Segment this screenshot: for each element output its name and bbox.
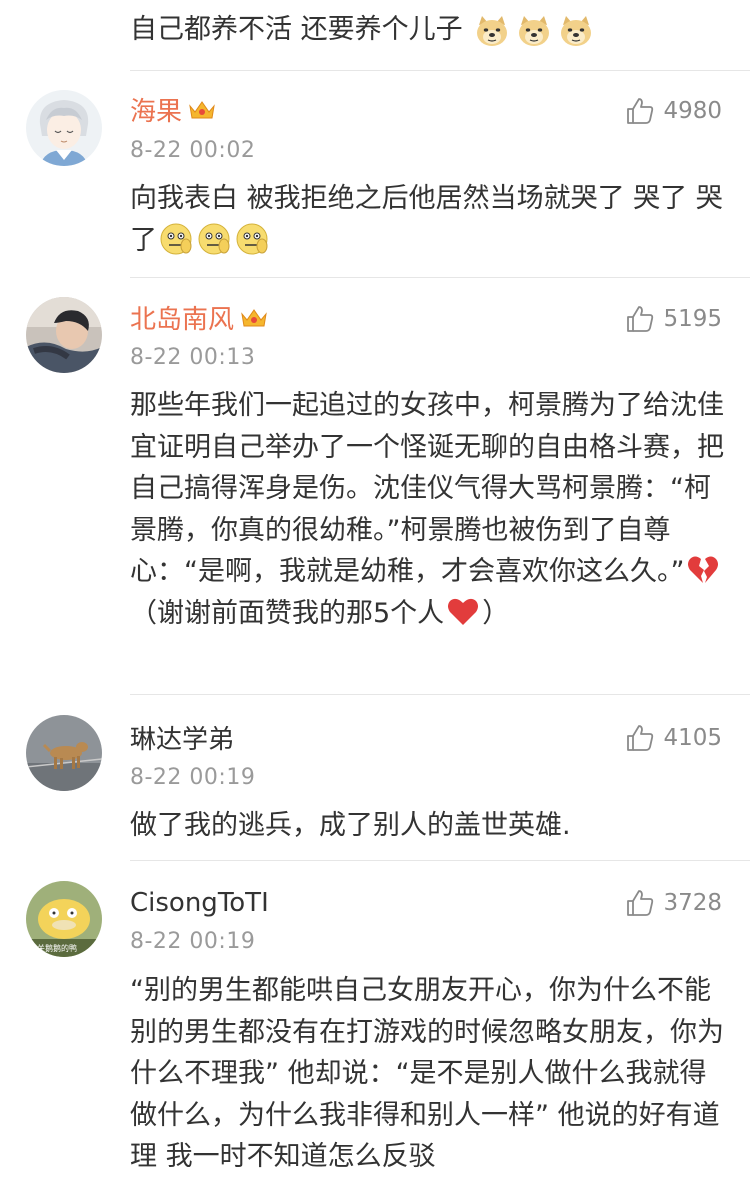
- awkward-emoji-icon: [235, 222, 269, 256]
- comment-text: 做了我的逃兵，成了别人的盖世英雄.: [130, 810, 571, 841]
- timestamp: 8-22 00:13: [130, 345, 256, 370]
- red-heart-icon: [446, 595, 480, 629]
- comment-item: 海果 8-22 00:02 4980 向我表白 被我拒绝之后他居然当场就哭了 哭…: [0, 72, 750, 277]
- username-text: 北岛南风: [130, 305, 235, 335]
- comment-body: 做了我的逃兵，成了别人的盖世英雄.: [130, 805, 725, 847]
- timestamp: 8-22 00:19: [130, 765, 256, 790]
- doge-emoji-icon: [559, 15, 593, 47]
- anime-character-avatar-image: [26, 90, 102, 166]
- broken-heart-icon: [686, 553, 720, 587]
- thumbs-up-icon: [625, 96, 655, 126]
- vip-crown-icon: [240, 306, 268, 330]
- thumbs-up-icon: [625, 304, 655, 334]
- like-button[interactable]: 4980: [625, 96, 722, 126]
- timestamp: 8-22 00:19: [130, 929, 256, 954]
- divider: [130, 70, 750, 71]
- username[interactable]: 海果: [130, 94, 216, 130]
- like-count: 3728: [663, 890, 722, 916]
- like-button[interactable]: 5195: [625, 304, 722, 334]
- avatar[interactable]: [26, 297, 102, 373]
- comment-body: “别的男生都能哄自己女朋友开心，你为什么不能 别的男生都没有在打游戏的时候忽略女…: [130, 970, 725, 1178]
- comment-item: 琳达学弟 8-22 00:19 4105 做了我的逃兵，成了别人的盖世英雄.: [0, 695, 750, 860]
- awkward-emoji-icon: [197, 222, 231, 256]
- doge-emoji-icon: [517, 15, 551, 47]
- comment-text-thanks: （谢谢前面赞我的那5个人: [130, 597, 445, 629]
- like-count: 5195: [663, 306, 722, 332]
- comment-text: 那些年我们一起追过的女孩中，柯景腾为了给沈佳宜证明自己举办了一个怪诞无聊的自由格…: [130, 390, 724, 587]
- dog-photo-avatar-image: [26, 715, 102, 791]
- username-text: 琳达学弟: [130, 725, 235, 755]
- avatar[interactable]: [26, 90, 102, 166]
- thumbs-up-icon: [625, 723, 655, 753]
- awkward-emoji-icon: [159, 222, 193, 256]
- username-text: 海果: [130, 97, 183, 127]
- like-button[interactable]: 3728: [625, 888, 722, 918]
- username[interactable]: 琳达学弟: [130, 722, 234, 758]
- doge-emoji-row: [475, 15, 593, 47]
- doge-emoji-icon: [475, 15, 509, 47]
- psyduck-avatar-image: 天关鹅鹅的鸭: [26, 881, 102, 957]
- comment-text-close: ）: [482, 597, 510, 629]
- comment-body: 那些年我们一起追过的女孩中，柯景腾为了给沈佳宜证明自己举办了一个怪诞无聊的自由格…: [130, 385, 725, 634]
- portrait-avatar-image: [26, 297, 102, 373]
- comment-item: 北岛南风 8-22 00:13 5195 那些年我们一起追过的女孩中，柯景腾为了…: [0, 278, 750, 694]
- timestamp: 8-22 00:02: [130, 138, 256, 163]
- username[interactable]: CisongToTI: [130, 885, 269, 921]
- vip-crown-icon: [188, 98, 216, 122]
- avatar[interactable]: 天关鹅鹅的鸭: [26, 881, 102, 957]
- previous-comment-text: 自己都养不活 还要养个儿子: [130, 10, 593, 50]
- username[interactable]: 北岛南风: [130, 302, 268, 338]
- comment-body: 向我表白 被我拒绝之后他居然当场就哭了 哭了 哭了: [130, 178, 725, 261]
- like-count: 4980: [663, 98, 722, 124]
- like-count: 4105: [663, 725, 722, 751]
- like-button[interactable]: 4105: [625, 723, 722, 753]
- previous-comment-fragment: 自己都养不活 还要养个儿子: [0, 0, 750, 72]
- comment-text: “别的男生都能哄自己女朋友开心，你为什么不能 别的男生都没有在打游戏的时候忽略女…: [130, 975, 724, 1172]
- avatar[interactable]: [26, 715, 102, 791]
- thumbs-up-icon: [625, 888, 655, 918]
- comment-item: 天关鹅鹅的鸭 CisongToTI 8-22 00:19 3728 “别的男生都…: [0, 861, 750, 1191]
- avatar-caption: 天关鹅鹅的鸭: [29, 943, 77, 953]
- username-text: CisongToTI: [130, 888, 269, 918]
- previous-comment-body: 自己都养不活 还要养个儿子: [130, 14, 463, 45]
